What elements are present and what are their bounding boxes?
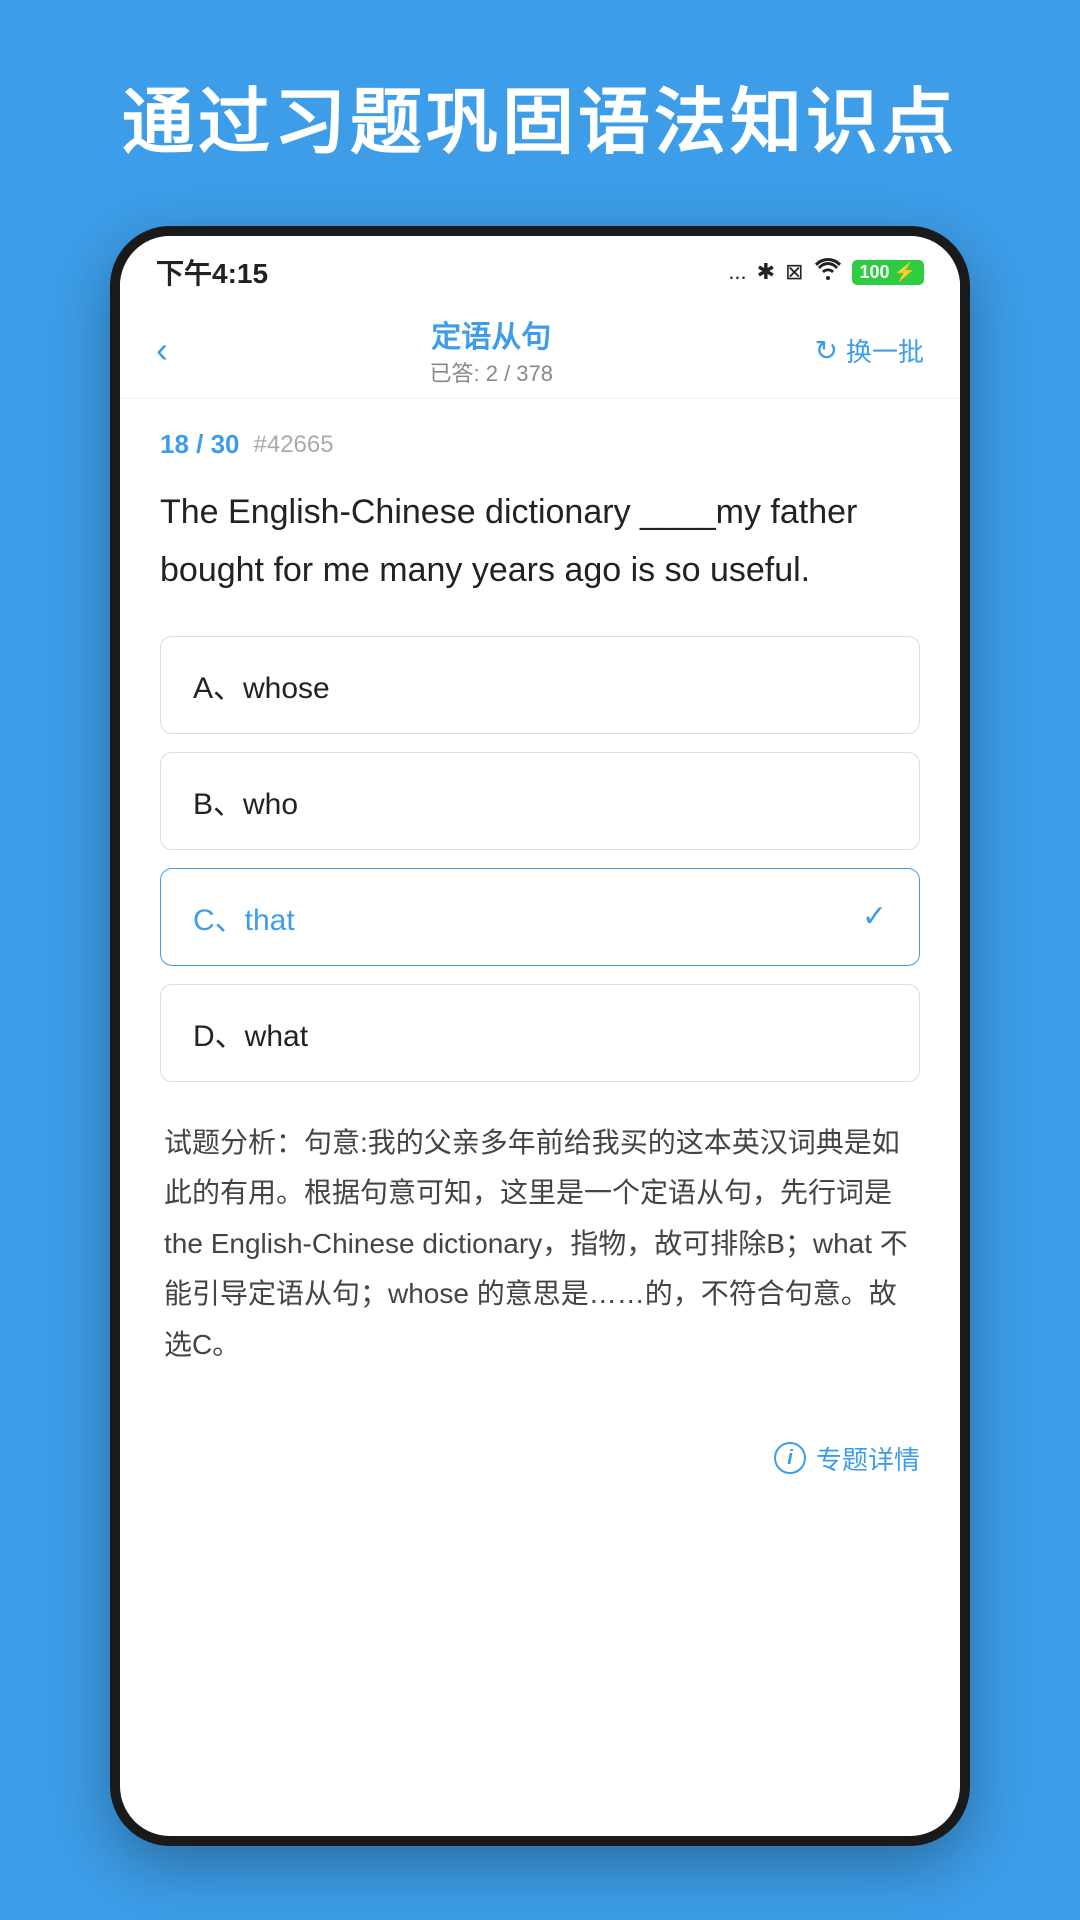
status-icons: ... ✱ ⊠ 100 ⚡ [728, 258, 924, 286]
battery-icon: 100 ⚡ [852, 260, 924, 285]
option-b[interactable]: B、who [160, 752, 920, 850]
message-icon: ⊠ [785, 259, 803, 285]
option-c-label: C、that [193, 895, 295, 939]
page-title: 通过习题巩固语法知识点 [122, 80, 958, 166]
refresh-label: 换一批 [846, 332, 924, 369]
analysis-text: 句意:我的父亲多年前给我买的这本英汉词典是如此的有用。根据句意可知，这里是一个定… [164, 1127, 908, 1360]
refresh-button[interactable]: ↻ 换一批 [815, 332, 924, 369]
refresh-icon: ↻ [815, 334, 838, 367]
option-b-label: B、who [193, 779, 298, 823]
back-button[interactable]: ‹ [156, 329, 168, 371]
wifi-icon [814, 258, 842, 286]
analysis-label: 试题分析： [164, 1127, 304, 1158]
nav-center: 定语从句 已答: 2 / 378 [430, 312, 554, 388]
option-a[interactable]: A、whose [160, 636, 920, 734]
topic-detail-button[interactable]: i 专题详情 [774, 1440, 920, 1477]
analysis-section: 试题分析：句意:我的父亲多年前给我买的这本英汉词典是如此的有用。根据句意可知，这… [160, 1118, 920, 1370]
phone-frame: 下午4:15 ... ✱ ⊠ 100 ⚡ ‹ 定语从句 已答: 2 / 378 … [110, 226, 970, 1846]
question-meta: 18 / 30 #42665 [160, 429, 920, 460]
nav-title: 定语从句 [430, 312, 554, 356]
status-bar: 下午4:15 ... ✱ ⊠ 100 ⚡ [120, 236, 960, 302]
topic-detail-label: 专题详情 [816, 1440, 920, 1477]
check-icon: ✓ [862, 899, 887, 934]
options-list: A、whose B、who C、that ✓ D、what [160, 636, 920, 1082]
nav-subtitle: 已答: 2 / 378 [430, 356, 554, 388]
option-a-label: A、whose [193, 663, 330, 707]
top-nav: ‹ 定语从句 已答: 2 / 378 ↻ 换一批 [120, 302, 960, 399]
option-c[interactable]: C、that ✓ [160, 868, 920, 966]
content-area: 18 / 30 #42665 The English-Chinese dicti… [120, 399, 960, 1430]
bluetooth-icon: ✱ [757, 259, 775, 285]
option-d[interactable]: D、what [160, 984, 920, 1082]
question-id: #42665 [254, 431, 334, 459]
info-icon: i [774, 1442, 806, 1474]
dots-icon: ... [728, 259, 746, 285]
question-progress: 18 / 30 [160, 429, 240, 460]
question-text: The English-Chinese dictionary ____my fa… [160, 484, 920, 600]
option-d-label: D、what [193, 1011, 308, 1055]
footer: i 专题详情 [120, 1430, 960, 1507]
status-time: 下午4:15 [156, 252, 268, 292]
